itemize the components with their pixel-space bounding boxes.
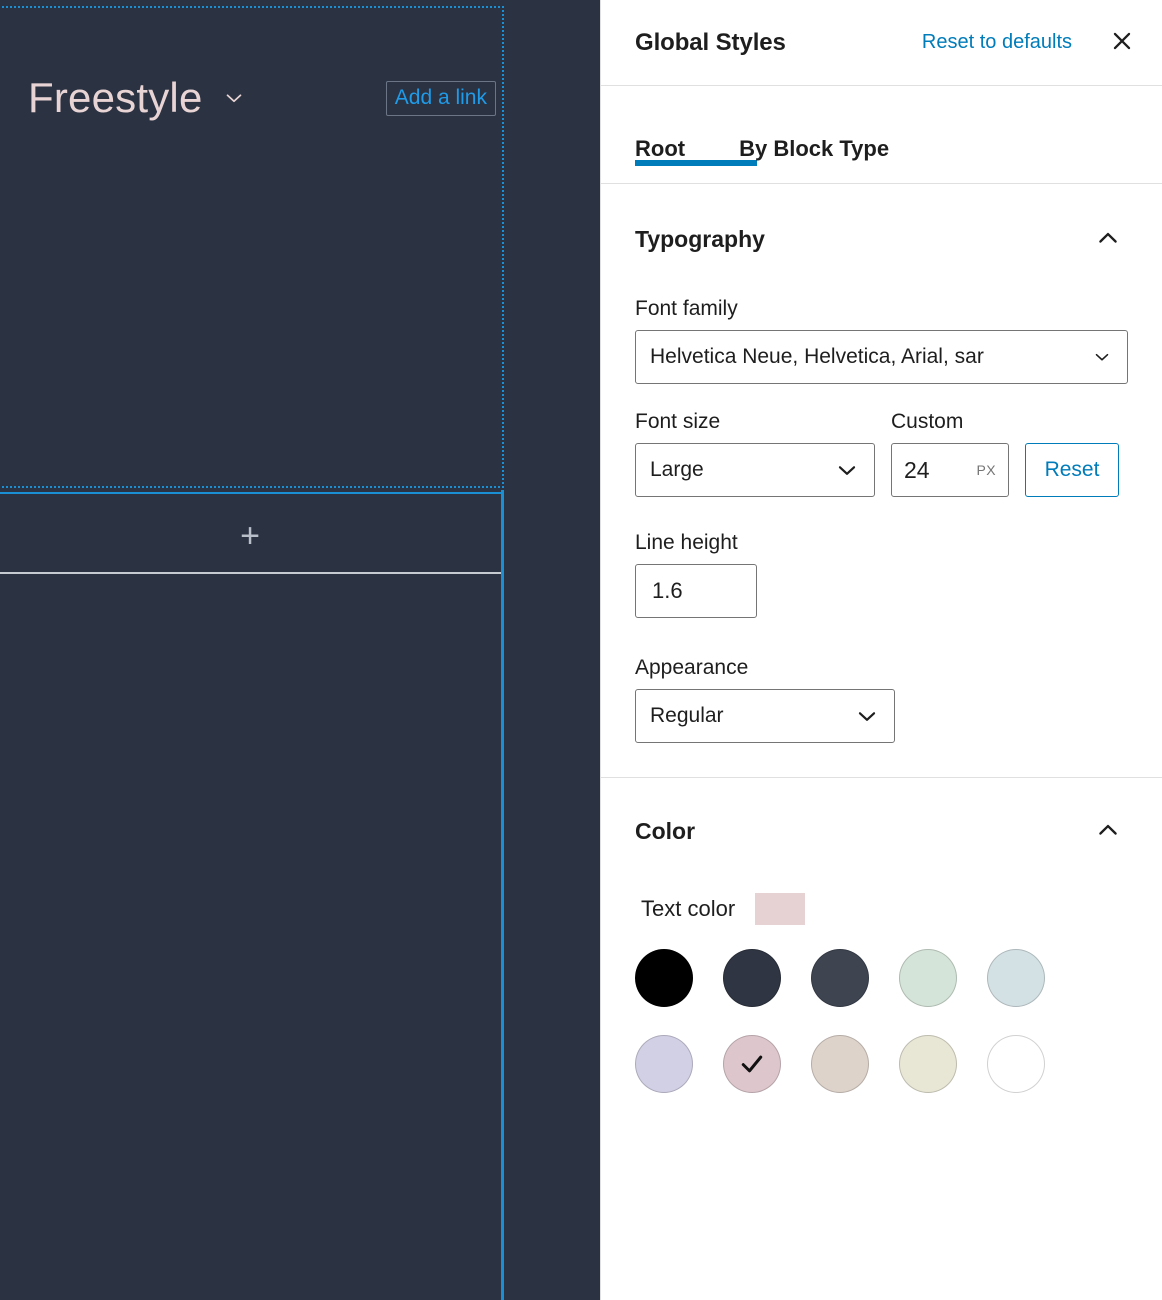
font-size-reset-button[interactable]: Reset [1025, 443, 1119, 497]
font-family-select[interactable]: Helvetica Neue, Helvetica, Arial, sar [635, 330, 1128, 384]
typography-section: Typography Font family Helvetica Neue, H… [601, 184, 1162, 778]
chevron-up-icon [1094, 816, 1122, 847]
tab-by-block-type[interactable]: By Block Type [739, 86, 889, 184]
palette-swatch[interactable] [811, 1035, 869, 1093]
block-appender[interactable]: + [0, 492, 504, 578]
custom-label: Custom [891, 410, 964, 433]
appearance-select[interactable]: Regular [635, 689, 895, 743]
plus-icon: + [240, 517, 260, 555]
appearance-label: Appearance [635, 656, 749, 679]
line-height-label: Line height [635, 531, 738, 554]
custom-font-size-value: 24 [904, 456, 930, 483]
line-height-input[interactable]: 1.6 [635, 564, 757, 618]
chevron-down-icon [834, 457, 860, 483]
color-collapse-toggle[interactable] [1088, 810, 1128, 853]
panel-title: Global Styles [635, 28, 786, 56]
line-height-value: 1.6 [652, 578, 683, 603]
palette-swatch[interactable] [723, 1035, 781, 1093]
typography-section-header[interactable]: Typography [635, 218, 1128, 271]
global-styles-screen: Freestyle Add a link + Global Styles Res… [0, 0, 1162, 1300]
global-styles-sidebar: Global Styles Reset to defaults Root By … [600, 0, 1162, 1300]
palette-swatch[interactable] [635, 949, 693, 1007]
site-title: Freestyle [28, 74, 203, 121]
palette-swatch[interactable] [723, 949, 781, 1007]
color-title: Color [635, 818, 696, 844]
site-title-block[interactable]: Freestyle Add a link [0, 58, 504, 138]
font-size-group: Font size Large [635, 384, 875, 497]
close-button[interactable] [1104, 25, 1140, 61]
font-family-label: Font family [635, 297, 738, 320]
font-size-value: Large [650, 458, 704, 481]
appender-bottom-rule [0, 572, 503, 574]
palette-swatch[interactable] [899, 1035, 957, 1093]
sidebar-tabs: Root By Block Type [601, 86, 1162, 184]
custom-font-size-input[interactable]: 24 PX [891, 443, 1009, 497]
chevron-up-icon [1094, 224, 1122, 255]
color-section: Color Text color [601, 778, 1162, 1121]
palette-swatch[interactable] [899, 949, 957, 1007]
add-a-link-button[interactable]: Add a link [385, 80, 496, 116]
font-size-row: Font size Large Custom 24 PX Reset [635, 384, 1128, 497]
chevron-down-icon [1091, 346, 1113, 368]
editor-canvas: Freestyle Add a link + [0, 0, 600, 1300]
close-icon [1109, 28, 1135, 57]
check-icon [741, 1055, 763, 1073]
sidebar-header: Global Styles Reset to defaults [601, 0, 1162, 86]
reset-to-defaults-button[interactable]: Reset to defaults [916, 27, 1078, 58]
custom-reset-group: Reset [1025, 443, 1119, 497]
palette-swatch[interactable] [987, 949, 1045, 1007]
typography-collapse-toggle[interactable] [1088, 218, 1128, 261]
chevron-down-icon[interactable] [221, 85, 247, 111]
text-color-label: Text color [641, 896, 736, 921]
font-family-value: Helvetica Neue, Helvetica, Arial, sar [650, 345, 984, 368]
palette-swatch[interactable] [987, 1035, 1045, 1093]
custom-font-size-group: Custom 24 PX [891, 384, 1009, 497]
appearance-value: Regular [650, 704, 724, 727]
color-section-header[interactable]: Color [635, 810, 1128, 863]
palette-swatch[interactable] [635, 1035, 693, 1093]
custom-font-size-unit: PX [976, 462, 996, 478]
font-size-select[interactable]: Large [635, 443, 875, 497]
font-size-label: Font size [635, 410, 721, 433]
color-palette [635, 925, 1128, 1121]
text-color-row[interactable]: Text color [635, 863, 1128, 925]
text-color-current-swatch[interactable] [755, 893, 806, 925]
palette-swatch[interactable] [811, 949, 869, 1007]
chevron-down-icon [854, 703, 880, 729]
selection-rail [501, 490, 504, 1300]
typography-title: Typography [635, 226, 765, 252]
tab-root[interactable]: Root [635, 86, 758, 184]
